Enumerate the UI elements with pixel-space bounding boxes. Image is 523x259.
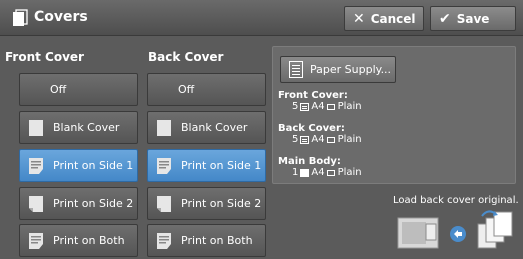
load-instruction: Load back cover original. — [393, 195, 519, 206]
covers-icon — [13, 9, 28, 26]
tray-icon — [300, 168, 310, 177]
tray-icon — [300, 102, 310, 111]
print-both-icon — [157, 232, 171, 249]
option-label: Blank Cover — [181, 121, 248, 134]
blank-cover-icon — [29, 119, 43, 136]
tray-icon — [300, 135, 310, 144]
paper-supply-icon — [289, 61, 303, 78]
paper-supply-label: Paper Supply... — [310, 63, 392, 76]
checkmark-icon: ✔ — [439, 10, 451, 27]
option-label: Print on Both — [181, 234, 253, 247]
front-option-print-side1[interactable]: Print on Side 1 — [19, 149, 138, 182]
main-body-summary-value: 1 A4 Plain — [292, 167, 362, 178]
print-side2-icon — [157, 195, 171, 212]
close-icon: ✕ — [353, 10, 365, 27]
option-label: Off — [50, 83, 67, 96]
back-option-print-side2[interactable]: Print on Side 2 — [147, 187, 266, 220]
back-cover-summary-value: 5 A4 Plain — [292, 134, 362, 145]
option-label: Print on Side 2 — [181, 197, 262, 210]
save-button[interactable]: ✔ Save — [430, 6, 516, 31]
front-option-blank-cover[interactable]: Blank Cover — [19, 111, 138, 144]
front-option-off[interactable]: Off — [19, 73, 138, 106]
header-bar: Covers ✕ Cancel ✔ Save — [0, 0, 523, 36]
load-original-illustration — [397, 210, 513, 249]
cancel-button[interactable]: ✕ Cancel — [344, 6, 424, 31]
back-option-print-both[interactable]: Print on Both — [147, 224, 266, 257]
option-label: Print on Side 2 — [53, 197, 134, 210]
print-both-icon — [29, 232, 43, 249]
back-cover-heading: Back Cover — [148, 50, 224, 64]
option-label: Print on Side 1 — [181, 159, 262, 172]
front-option-print-both[interactable]: Print on Both — [19, 224, 138, 257]
front-cover-summary-label: Front Cover: — [278, 90, 348, 101]
orientation-icon — [326, 169, 335, 176]
save-label: Save — [456, 11, 490, 26]
front-cover-heading: Front Cover — [5, 50, 84, 64]
front-option-print-side2[interactable]: Print on Side 2 — [19, 187, 138, 220]
paper-supply-button[interactable]: Paper Supply... — [280, 56, 396, 83]
back-option-off[interactable]: Off — [147, 73, 266, 106]
print-side2-icon — [29, 195, 43, 212]
option-label: Off — [178, 83, 195, 96]
front-cover-summary-value: 5 A4 Plain — [292, 101, 362, 112]
page-title: Covers — [34, 9, 88, 25]
orientation-icon — [326, 103, 335, 110]
cancel-label: Cancel — [370, 11, 416, 26]
back-cover-summary-label: Back Cover: — [278, 123, 345, 134]
back-option-blank-cover[interactable]: Blank Cover — [147, 111, 266, 144]
print-side1-icon — [29, 157, 43, 174]
back-option-print-side1[interactable]: Print on Side 1 — [147, 149, 266, 182]
option-label: Print on Both — [53, 234, 125, 247]
option-label: Blank Cover — [53, 121, 120, 134]
orientation-icon — [326, 136, 335, 143]
print-side1-icon — [157, 157, 171, 174]
option-label: Print on Side 1 — [53, 159, 134, 172]
blank-cover-icon — [157, 119, 171, 136]
main-body-summary-label: Main Body: — [278, 156, 341, 167]
